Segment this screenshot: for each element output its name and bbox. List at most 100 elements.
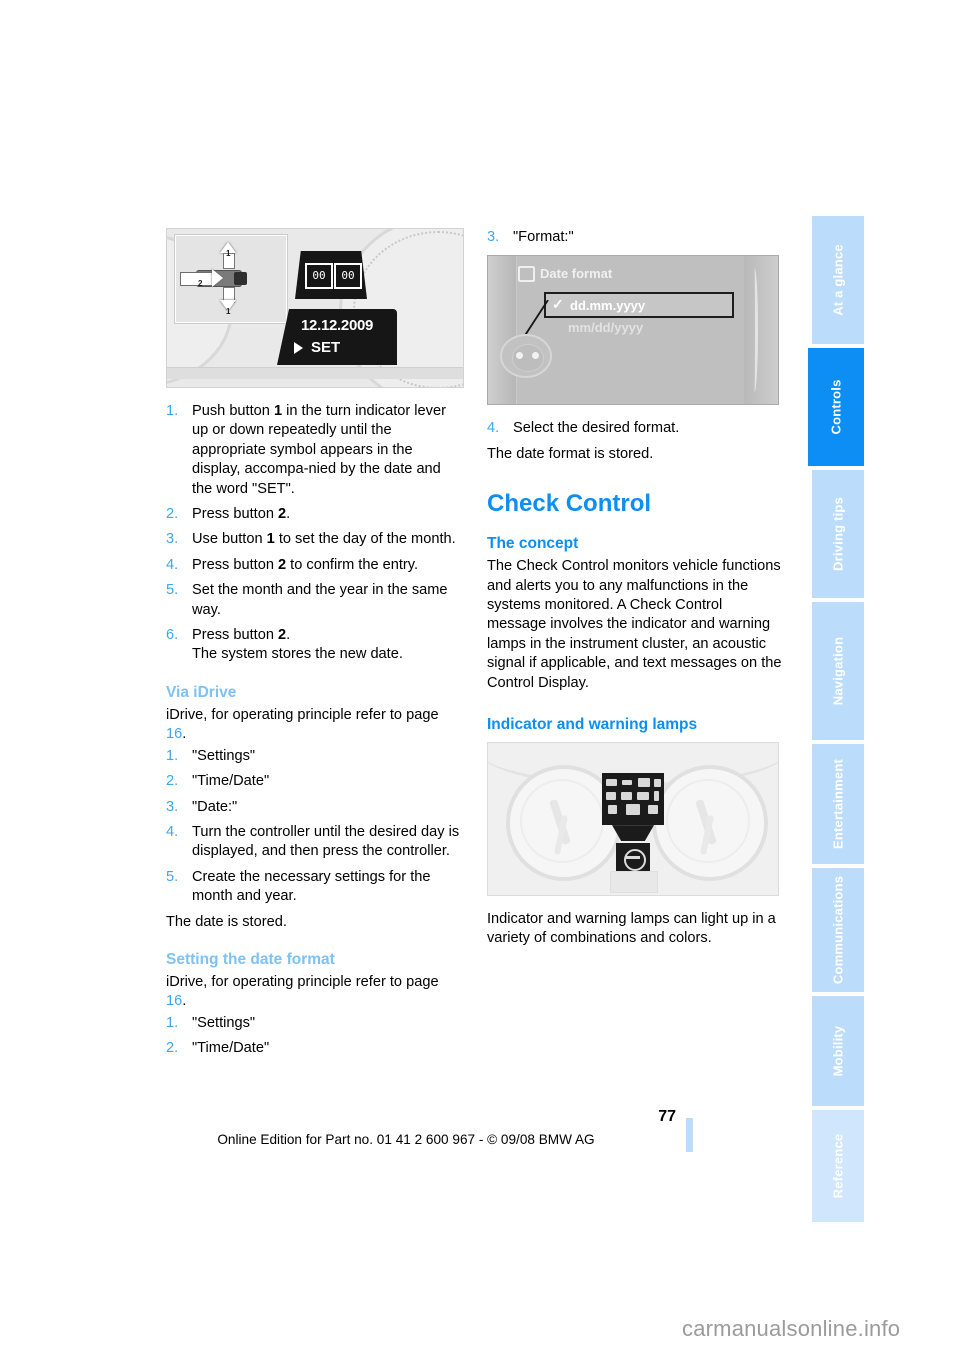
screen-arc-highlight <box>751 268 758 393</box>
steps-manual-date-setting: 1. Push button 1 in the turn indicator le… <box>166 402 462 665</box>
sidebar-tab-reference[interactable]: Reference <box>812 1110 864 1222</box>
list-item: 4. Turn the controller until the desired … <box>166 823 462 862</box>
sidebar-tab-label: Mobility <box>830 1025 846 1077</box>
site-watermark: carmanualsonline.info <box>682 1316 901 1341</box>
set-label: SET <box>311 339 341 356</box>
lamps-caption: Indicator and warning lamps can light up… <box>487 911 776 947</box>
lamp-icon-7 <box>637 792 649 801</box>
page-reference-link[interactable]: 16 <box>166 993 182 1009</box>
step-text-post: . <box>286 506 291 523</box>
sidebar-tab-at-a-glance[interactable]: At a glance <box>812 216 864 344</box>
section-tab-rail: At a glance Controls Driving tips Naviga… <box>808 216 864 1222</box>
lamp-icon-4 <box>654 779 661 788</box>
step-text-post: to confirm the entry. <box>286 556 419 573</box>
step-number: 3. <box>166 798 179 815</box>
step-text: "Settings" <box>192 747 256 764</box>
check-control-concept-text: The Check Control monitors vehicle funct… <box>487 558 782 691</box>
step-number: 3. <box>166 531 179 548</box>
step-text-post: to set the day of the month. <box>274 531 456 548</box>
step-text-pre: Set the month and the year in the same w… <box>192 582 448 618</box>
step-text: Create the necessary settings for the mo… <box>192 868 431 905</box>
list-item: 1. "Settings" <box>166 1014 462 1033</box>
step-number: 1. <box>166 747 179 764</box>
list-item: 3. "Format:" <box>487 228 783 247</box>
step-text: "Date:" <box>192 798 238 815</box>
sidebar-tab-label: At a glance <box>830 244 846 316</box>
heading-the-concept: The concept <box>487 535 579 553</box>
sidebar-tab-mobility[interactable]: Mobility <box>812 996 864 1106</box>
arrow-right-icon <box>212 269 223 287</box>
cluster-lcd-date: 12.12.2009 SET <box>277 309 397 365</box>
step-number: 2. <box>166 773 179 790</box>
callout-2: 2 <box>198 279 203 288</box>
list-item: 4. Select the desired format. <box>487 419 783 438</box>
steps-date-format: 1. "Settings" 2. "Time/Date" <box>166 1014 462 1059</box>
date-format-screen: Date format ✓ dd.mm.yyyy mm/dd/yyyy <box>487 255 779 406</box>
steps-via-idrive: 1. "Settings" 2. "Time/Date" 3. "Date:" 4. T… <box>166 747 462 907</box>
list-item: 3. "Date:" <box>166 798 462 817</box>
steps-date-format-cont-4: 4. Select the desired format. <box>487 419 783 438</box>
footer-marker <box>686 1118 693 1152</box>
step-bold: 1 <box>273 403 283 419</box>
callout-1-top: 1 <box>226 249 231 258</box>
step-number: 6. <box>166 627 179 644</box>
lamp-icon-11 <box>648 805 658 815</box>
idrive-closing: The date is stored. <box>166 913 287 930</box>
step-text-pre: Press button <box>192 506 278 523</box>
list-item: 1. "Settings" <box>166 747 462 766</box>
list-item: 2. "Time/Date" <box>166 772 462 791</box>
steering-wheel-lamp-box <box>616 843 650 874</box>
lamp-icon-9 <box>608 805 617 815</box>
date-value: 12.12.2009 <box>301 317 374 334</box>
list-item: 6. Press button 2. The system stores the … <box>166 626 462 665</box>
sidebar-tab-label: Navigation <box>830 636 846 706</box>
step-number: 5. <box>166 582 179 599</box>
sidebar-tab-navigation[interactable]: Navigation <box>812 602 864 740</box>
sidebar-tab-label: Driving tips <box>830 497 846 571</box>
sidebar-tab-communications[interactable]: Communications <box>812 868 864 992</box>
step-text: "Settings" <box>192 1014 256 1031</box>
steps-date-format-cont-3: 3. "Format:" <box>487 228 783 247</box>
figure-indicator-warning-lamps <box>487 742 783 897</box>
page-reference-link[interactable]: 16 <box>166 726 182 742</box>
step-bold: 1 <box>266 531 275 548</box>
list-item: 2. "Time/Date" <box>166 1039 462 1058</box>
step-number: 1. <box>166 403 179 419</box>
list-item: 4. Press button 2 to confirm the entry. <box>166 556 462 575</box>
right-text-column: 3. "Format:" Date format ✓ dd.mm.yyyy mm/… <box>487 228 783 951</box>
step-text: "Time/Date" <box>192 1040 270 1057</box>
clock-glyph-left: 00 <box>305 263 333 289</box>
list-item: 5. Create the necessary settings for the … <box>166 868 462 907</box>
figure-turn-indicator-date-display: 1 1 2 00 00 12.12.2009 SET <box>166 228 464 388</box>
sidebar-tab-label: Entertainment <box>830 758 846 850</box>
heading-check-control: Check Control <box>487 490 652 518</box>
step-text: "Format:" <box>513 229 574 245</box>
dialog-titlebar: Date format <box>518 264 748 284</box>
date-format-stored-text: The date format is stored. <box>487 445 654 462</box>
step-number: 3. <box>487 229 500 245</box>
turn-indicator-lever-inset: 1 1 2 <box>174 234 288 324</box>
step-number: 4. <box>166 823 179 840</box>
sidebar-tab-label: Reference <box>830 1133 846 1199</box>
sidebar-tab-label: Controls <box>828 379 844 435</box>
step-text-pre: Push button <box>192 403 274 419</box>
step-bold: 2 <box>278 506 287 523</box>
lamp-icon-10 <box>626 804 640 816</box>
sidebar-tab-driving-tips[interactable]: Driving tips <box>812 470 864 598</box>
sidebar-tab-controls[interactable]: Controls <box>808 348 864 466</box>
date-format-intro-post: . <box>182 993 187 1010</box>
step-number: 2. <box>166 506 179 523</box>
step-bold: 2 <box>278 556 287 573</box>
step-text-pre: Press button <box>192 627 278 644</box>
lamp-icon-5 <box>606 792 616 801</box>
date-format-intro-pre: iDrive, for operating principle refer to… <box>166 973 439 990</box>
sidebar-tab-entertainment[interactable]: Entertainment <box>812 744 864 864</box>
screen-bezel-right <box>744 256 778 405</box>
step-text-pre: Use button <box>192 531 267 548</box>
warning-lamp-panel <box>602 773 664 826</box>
callout-1-bottom: 1 <box>226 307 231 316</box>
clock-settings-icon <box>518 266 535 283</box>
sidebar-tab-label: Communications <box>830 875 846 985</box>
lamp-icon-6 <box>621 792 632 801</box>
step-text: Select the desired format. <box>513 420 680 437</box>
